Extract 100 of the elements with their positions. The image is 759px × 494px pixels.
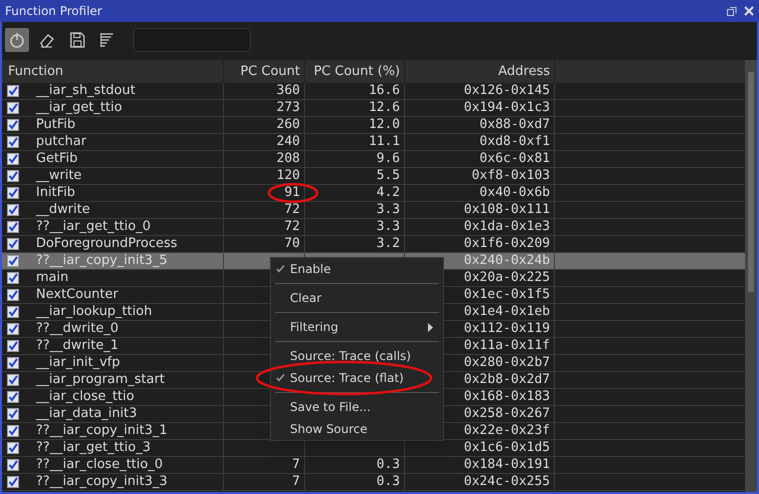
table-cell-text: 0x1f6-0x209 <box>464 235 550 254</box>
checkbox[interactable] <box>7 340 19 352</box>
checkbox[interactable] <box>7 374 19 386</box>
table-cell-text: 12.0 <box>368 116 400 134</box>
menu-item[interactable]: Save to File... <box>271 396 443 418</box>
checkbox[interactable] <box>7 306 19 318</box>
table-cell-text: 0.3 <box>376 473 400 492</box>
menu-item[interactable]: Show Source <box>271 418 443 440</box>
table-cell-text: __iar_data_init3 <box>36 405 138 424</box>
submenu-arrow-icon <box>428 322 433 332</box>
table-cell-text: 0x1c6-0x1d5 <box>464 439 550 458</box>
menu-item[interactable]: Source: Trace (calls) <box>271 345 443 367</box>
filter-field[interactable] <box>133 28 251 52</box>
table-cell-text: GetFib <box>36 150 78 168</box>
checkbox[interactable] <box>7 153 19 165</box>
table-cell-text: NextCounter <box>36 286 118 304</box>
menu-label: Source: Trace (calls) <box>290 348 412 365</box>
table-cell-text: 0x20a-0x225 <box>464 269 550 288</box>
checkbox[interactable] <box>7 323 19 335</box>
table-cell-text: 120 <box>276 167 300 186</box>
restore-icon[interactable] <box>727 6 738 16</box>
table-cell-text: 0x22e-0x23f <box>464 422 550 440</box>
checkbox[interactable] <box>7 221 19 233</box>
table-cell-text: 0x88-0xd7 <box>480 116 550 134</box>
table-cell-text: __dwrite <box>36 201 90 220</box>
table-cell-text: 4.2 <box>376 184 400 202</box>
table-cell-text: 0x6c-0x81 <box>480 150 550 168</box>
checkbox[interactable] <box>7 170 19 182</box>
table-cell-text: 0x24c-0x255 <box>464 473 550 492</box>
checkbox[interactable] <box>7 442 19 454</box>
table-cell-text: 7 <box>292 456 300 474</box>
table-cell-text: __iar_close_ttio <box>36 388 134 406</box>
checkbox[interactable] <box>7 391 19 403</box>
checkbox[interactable] <box>7 357 19 369</box>
checkbox[interactable] <box>7 289 19 301</box>
menu-item[interactable]: Clear <box>271 287 443 309</box>
checkbox[interactable] <box>7 459 19 471</box>
table-cell-text: 72 <box>284 201 300 220</box>
table-cell-text: 3.3 <box>376 218 400 236</box>
table-cell-text: 72 <box>284 218 300 236</box>
table-cell-text: __write <box>36 167 82 186</box>
table-cell-text: 70 <box>284 235 300 254</box>
column-header[interactable]: Address <box>405 60 555 83</box>
checkbox[interactable] <box>7 476 19 488</box>
table-cell-text: main <box>36 269 68 288</box>
checkbox[interactable] <box>7 238 19 250</box>
checkbox[interactable] <box>7 136 19 148</box>
table-cell-text: ??__iar_copy_init3_5 <box>36 252 168 270</box>
checkbox[interactable] <box>7 204 19 216</box>
table-cell-text: 0x240-0x24b <box>464 252 550 270</box>
checkbox[interactable] <box>7 425 19 437</box>
table-cell-text: 0x40-0x6b <box>480 184 550 202</box>
checkbox[interactable] <box>7 119 19 131</box>
menu-label: Filtering <box>290 319 340 336</box>
table-cell-text: 3.2 <box>376 235 400 254</box>
table-cell-text: 9.6 <box>376 150 400 168</box>
table-cell-text: 11.1 <box>368 133 400 152</box>
menu-item[interactable]: Filtering <box>271 316 443 338</box>
menu-item[interactable]: Enable <box>271 258 443 280</box>
table-cell-text: 3.3 <box>376 201 400 220</box>
column-header[interactable]: Function <box>2 60 224 83</box>
table-cell-text: 0x168-0x183 <box>464 388 550 406</box>
table-cell-text: 0x280-0x2b7 <box>464 354 550 372</box>
table-cell-text: __iar_init_vfp <box>36 354 120 372</box>
table-cell-text: ??__iar_close_ttio_0 <box>36 456 163 474</box>
table-cell-text: 91 <box>284 184 300 202</box>
window-title: Function Profiler <box>5 3 104 20</box>
checkbox[interactable] <box>7 187 19 199</box>
checkbox[interactable] <box>7 272 19 284</box>
scrollbar[interactable] <box>745 60 757 492</box>
menu-item[interactable]: Source: Trace (flat) <box>271 367 443 389</box>
table-cell-text: 0x1e4-0x1eb <box>464 303 550 322</box>
table-cell-text: 0x1ec-0x1f5 <box>464 286 550 304</box>
table-cell-text: 240 <box>276 133 300 152</box>
table-cell-text: 0x108-0x111 <box>464 201 550 220</box>
table-cell-text: 16.6 <box>368 82 400 100</box>
close-icon[interactable] <box>744 6 754 16</box>
checkbox[interactable] <box>7 102 19 114</box>
table-cell-text: __iar_sh_stdout <box>36 82 136 100</box>
table-cell-text: 360 <box>276 82 300 100</box>
table-cell-text: 0x112-0x119 <box>464 320 550 338</box>
table-cell-text: ??__iar_get_ttio_3 <box>36 439 151 458</box>
table-cell-text: InitFib <box>36 184 76 202</box>
table-cell-text: 260 <box>276 116 300 134</box>
table-cell-text: DoForegroundProcess <box>36 235 178 254</box>
column-header[interactable]: PC Count (%) <box>305 60 405 83</box>
table-cell-text: ??__iar_copy_init3_3 <box>36 473 168 492</box>
table-cell-text: 273 <box>276 99 300 118</box>
checkbox[interactable] <box>7 408 19 420</box>
table-cell-text: ??__dwrite_1 <box>36 337 119 356</box>
table-cell-text: ??__iar_get_ttio_0 <box>36 218 151 236</box>
table-cell-text: 0x258-0x267 <box>464 405 550 424</box>
checkbox[interactable] <box>7 85 19 97</box>
table-cell-text: 12.6 <box>368 99 400 118</box>
column-header[interactable]: PC Count <box>224 60 305 83</box>
table-cell-text: 0.3 <box>376 456 400 474</box>
checkbox[interactable] <box>7 255 19 267</box>
scrollbar-thumb[interactable] <box>748 72 754 292</box>
menu-label: Enable <box>290 261 332 278</box>
table-cell-text: 0xd8-0xf1 <box>480 133 550 152</box>
